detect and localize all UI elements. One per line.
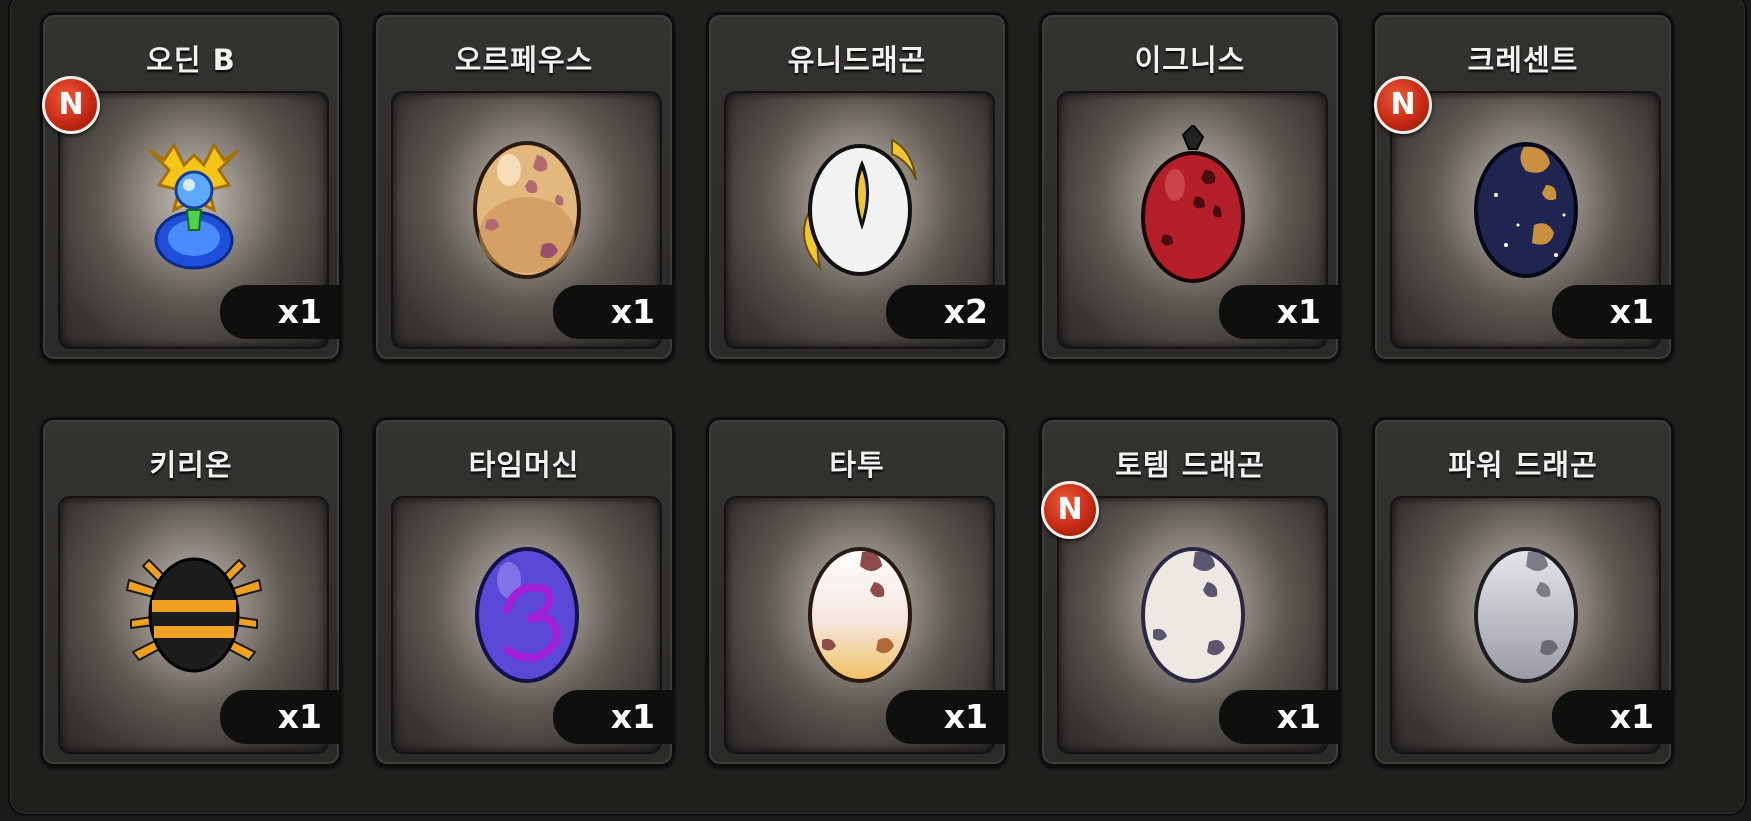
pet-name: 타임머신 <box>468 448 580 482</box>
pet-quantity: x1 <box>1552 690 1674 744</box>
tattoo-egg-icon <box>807 546 912 683</box>
new-badge: N <box>42 76 100 134</box>
pet-name: 토템 드래곤 <box>1115 448 1265 482</box>
pet-slot-tattoo[interactable]: 타투 x1 <box>706 417 1008 767</box>
pet-quantity: x1 <box>553 285 675 339</box>
crescent-egg-icon <box>1473 141 1578 278</box>
pet-quantity: x1 <box>1219 285 1341 339</box>
pet-slot-power-dragon[interactable]: 파워 드래곤 x1 <box>1372 417 1674 767</box>
pet-slot-kirion[interactable]: 키리온 x1 <box>40 417 342 767</box>
pet-quantity: x1 <box>553 690 675 744</box>
power-dragon-egg-icon <box>1473 546 1578 683</box>
unidragon-egg-icon <box>802 138 917 276</box>
pet-name: 파워 드래곤 <box>1448 448 1598 482</box>
pet-name: 오딘 B <box>146 43 236 77</box>
pet-name: 타투 <box>829 448 885 482</box>
orpheus-egg-icon <box>472 140 581 279</box>
totem-dragon-egg-icon <box>1140 546 1245 683</box>
pet-quantity: x1 <box>1552 285 1674 339</box>
pet-name: 크레센트 <box>1467 43 1579 77</box>
pet-quantity: x1 <box>220 285 342 339</box>
ignis-egg-icon <box>1140 124 1245 283</box>
pet-slot-orpheus[interactable]: 오르페우스 x1 <box>373 12 675 362</box>
pet-quantity: x1 <box>886 690 1008 744</box>
new-badge: N <box>1041 481 1099 539</box>
pet-quantity: x2 <box>886 285 1008 339</box>
timemachine-egg-icon <box>474 546 579 683</box>
odin-emblem-icon <box>147 141 240 270</box>
pet-name: 오르페우스 <box>454 43 594 77</box>
pet-slot-timemachine[interactable]: 타임머신 x1 <box>373 417 675 767</box>
pet-slot-crescent[interactable]: 크레센트 x1 <box>1372 12 1674 362</box>
new-badge: N <box>1374 76 1432 134</box>
pet-name: 유니드래곤 <box>787 43 927 77</box>
pet-name: 키리온 <box>149 448 233 482</box>
pet-quantity: x1 <box>220 690 342 744</box>
pet-name: 이그니스 <box>1134 43 1246 77</box>
pet-slot-totem-dragon[interactable]: 토템 드래곤 x1 <box>1039 417 1341 767</box>
pet-quantity: x1 <box>1219 690 1341 744</box>
pet-slot-unidragon[interactable]: 유니드래곤 x2 <box>706 12 1008 362</box>
kirion-egg-icon <box>125 557 262 673</box>
pet-slot-ignis[interactable]: 이그니스 x1 <box>1039 12 1341 362</box>
pet-slot-odin-b[interactable]: 오딘 B x1 <box>40 12 342 362</box>
